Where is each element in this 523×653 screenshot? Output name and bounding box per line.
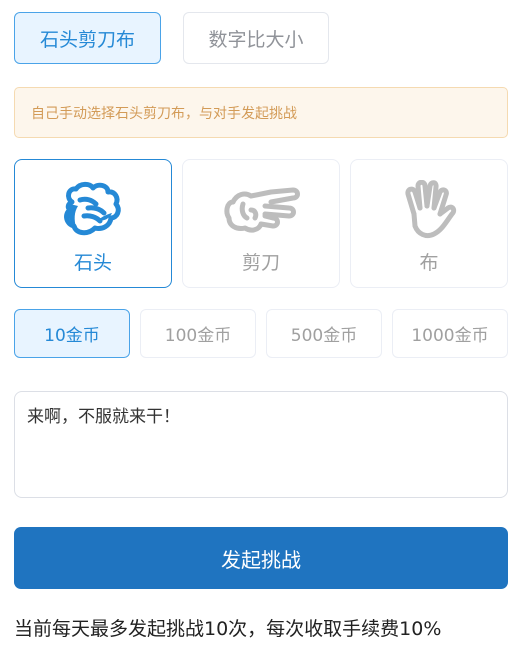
- paper-hand-icon: [405, 180, 457, 239]
- tab-rock-paper-scissors[interactable]: 石头剪刀布: [14, 12, 161, 64]
- bet-option-10[interactable]: 10金币: [14, 309, 130, 358]
- challenge-message-input[interactable]: 来啊，不服就来干！: [14, 391, 508, 498]
- notice-banner: 自己手动选择石头剪刀布，与对手发起挑战: [14, 87, 508, 138]
- choice-paper-label: 布: [419, 252, 439, 274]
- rock-hand-icon: [64, 181, 121, 236]
- bet-option-100[interactable]: 100金币: [140, 309, 256, 358]
- challenge-rules-text: 当前每天最多发起挑战10次，每次收取手续费10%: [14, 618, 442, 640]
- tab-number-compare[interactable]: 数字比大小: [183, 12, 329, 64]
- bet-option-500[interactable]: 500金币: [266, 309, 382, 358]
- bet-option-1000[interactable]: 1000金币: [392, 309, 508, 358]
- start-challenge-button[interactable]: 发起挑战: [14, 527, 508, 589]
- scissors-hand-icon: [224, 187, 300, 233]
- choice-rock-label: 石头: [73, 252, 112, 274]
- choice-paper[interactable]: 布: [350, 159, 508, 288]
- choice-rock[interactable]: 石头: [14, 159, 172, 288]
- notice-text: 自己手动选择石头剪刀布，与对手发起挑战: [31, 105, 297, 122]
- choice-scissors-label: 剪刀: [241, 252, 280, 274]
- choice-scissors[interactable]: 剪刀: [182, 159, 340, 288]
